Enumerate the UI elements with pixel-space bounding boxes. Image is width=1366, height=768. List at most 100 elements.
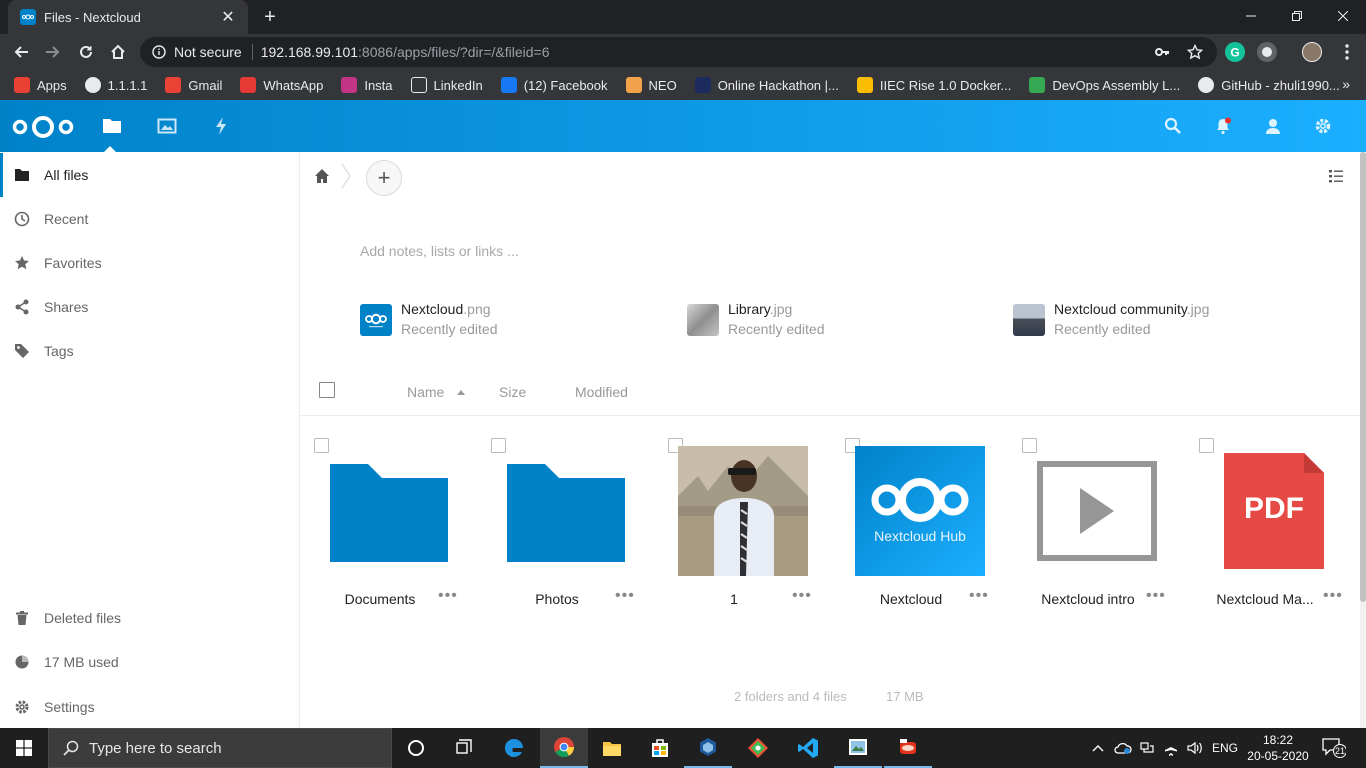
security-label[interactable]: Not secure bbox=[174, 44, 253, 60]
onedrive-icon[interactable] bbox=[1114, 728, 1132, 768]
file-grid-item[interactable]: 1 ••• bbox=[654, 438, 831, 610]
notifications-icon[interactable] bbox=[1214, 117, 1232, 135]
url-text[interactable]: 192.168.99.101:8086/apps/files/?dir=/&fi… bbox=[261, 44, 550, 60]
column-name[interactable]: Name bbox=[407, 384, 444, 400]
settings-gear-icon[interactable] bbox=[1314, 117, 1332, 135]
file-explorer-icon[interactable] bbox=[588, 728, 636, 768]
profile-avatar[interactable] bbox=[1302, 42, 1322, 62]
bookmarks-overflow-icon[interactable]: » bbox=[1342, 76, 1350, 92]
key-icon[interactable] bbox=[1154, 44, 1170, 60]
snip-tool-icon[interactable] bbox=[884, 728, 932, 768]
more-actions-icon[interactable]: ••• bbox=[615, 587, 635, 605]
file-grid-item[interactable]: Nextcloud Hub Nextcloud ••• bbox=[831, 438, 1008, 610]
task-view-icon[interactable] bbox=[440, 728, 488, 768]
bookmark-item[interactable]: GitHub - zhuli1990... bbox=[1198, 77, 1340, 93]
sidebar-item-favorites[interactable]: Favorites bbox=[0, 241, 299, 285]
more-actions-icon[interactable]: ••• bbox=[1323, 587, 1343, 605]
file-grid-item[interactable]: Documents ••• bbox=[300, 438, 477, 610]
file-grid-item[interactable]: PDF Nextcloud Ma... ••• bbox=[1185, 438, 1362, 610]
forward-icon[interactable] bbox=[40, 39, 66, 65]
bookmark-item[interactable]: Online Hackathon |... bbox=[694, 77, 839, 93]
back-icon[interactable] bbox=[8, 39, 34, 65]
bookmark-item[interactable]: Insta bbox=[341, 77, 393, 93]
recent-file-item[interactable]: Library.jpg Recently edited bbox=[687, 300, 825, 339]
sidebar-item-shares[interactable]: Shares bbox=[0, 285, 299, 329]
breadcrumb-home-icon[interactable] bbox=[314, 168, 330, 184]
bookmark-item[interactable]: LinkedIn bbox=[410, 77, 483, 93]
bookmark-item[interactable]: NEO bbox=[625, 77, 677, 93]
network-icon[interactable] bbox=[1140, 728, 1156, 768]
edge-icon[interactable] bbox=[490, 728, 538, 768]
sidebar-item-quota[interactable]: 17 MB used bbox=[0, 640, 299, 684]
info-icon[interactable] bbox=[152, 45, 166, 59]
bookmark-item[interactable]: Gmail bbox=[165, 77, 222, 93]
address-bar[interactable]: Not secure 192.168.99.101:8086/apps/file… bbox=[140, 37, 1217, 67]
bookmark-item[interactable]: DevOps Assembly L... bbox=[1029, 77, 1180, 93]
recent-file-status: Recently edited bbox=[1054, 321, 1151, 337]
action-center-icon[interactable]: 21 bbox=[1322, 737, 1346, 759]
virtualbox-icon[interactable] bbox=[684, 728, 732, 768]
extension-icon[interactable] bbox=[1257, 42, 1277, 62]
bookmark-item[interactable]: IIEC Rise 1.0 Docker... bbox=[856, 77, 1011, 93]
system-clock[interactable]: 18:22 20-05-2020 bbox=[1246, 732, 1310, 764]
vscode-icon[interactable] bbox=[784, 728, 832, 768]
more-actions-icon[interactable]: ••• bbox=[438, 587, 458, 605]
close-window-icon[interactable] bbox=[1320, 0, 1366, 32]
scrollbar[interactable] bbox=[1360, 152, 1366, 728]
bookmark-item[interactable]: WhatsApp bbox=[240, 77, 323, 93]
reload-icon[interactable] bbox=[73, 39, 99, 65]
list-view-toggle-icon[interactable] bbox=[1328, 168, 1344, 184]
gear-icon bbox=[14, 699, 30, 715]
library-thumbnail bbox=[687, 303, 719, 336]
more-actions-icon[interactable]: ••• bbox=[969, 587, 989, 605]
more-actions-icon[interactable]: ••• bbox=[1146, 587, 1166, 605]
scrollbar-thumb[interactable] bbox=[1360, 152, 1366, 602]
file-grid-item[interactable]: Nextcloud intro ••• bbox=[1008, 438, 1185, 610]
tab-close-icon[interactable]: ✕ bbox=[220, 7, 236, 27]
cortana-icon[interactable] bbox=[392, 728, 440, 768]
recent-file-item[interactable]: Nextcloud community.jpg Recently edited bbox=[1013, 300, 1209, 339]
new-tab-button[interactable]: + bbox=[258, 6, 282, 28]
rich-workspace-notes[interactable]: Add notes, lists or links ... bbox=[360, 243, 519, 259]
bookmark-star-icon[interactable] bbox=[1187, 44, 1203, 60]
git-icon[interactable] bbox=[734, 728, 782, 768]
sidebar-item-recent[interactable]: Recent bbox=[0, 197, 299, 241]
bookmark-item[interactable]: 1.1.1.1 bbox=[84, 77, 147, 93]
activity-app-icon[interactable] bbox=[211, 116, 231, 136]
nextcloud-logo-icon[interactable] bbox=[12, 114, 74, 140]
photos-app-icon[interactable] bbox=[157, 116, 177, 136]
sidebar-item-all-files[interactable]: All files bbox=[0, 153, 299, 197]
home-icon[interactable] bbox=[105, 39, 131, 65]
select-all-checkbox[interactable] bbox=[319, 382, 335, 398]
column-modified[interactable]: Modified bbox=[575, 384, 628, 400]
more-actions-icon[interactable]: ••• bbox=[792, 587, 812, 605]
bookmark-label: Apps bbox=[37, 77, 67, 93]
sidebar-item-tags[interactable]: Tags bbox=[0, 329, 299, 373]
recent-file-item[interactable]: Nextcloud.png Recently edited bbox=[360, 300, 498, 339]
browser-tab[interactable]: Files - Nextcloud ✕ bbox=[8, 0, 248, 34]
sidebar-item-settings[interactable]: Settings bbox=[0, 685, 299, 729]
store-icon[interactable] bbox=[636, 728, 684, 768]
files-app-icon[interactable] bbox=[102, 116, 122, 136]
volume-icon[interactable] bbox=[1186, 728, 1204, 768]
chrome-icon[interactable] bbox=[540, 728, 588, 768]
show-hidden-icons-chevron-up-icon[interactable] bbox=[1092, 728, 1104, 768]
taskbar-search-input[interactable]: Type here to search bbox=[48, 728, 392, 768]
windows-start-icon[interactable] bbox=[0, 728, 48, 768]
contacts-icon[interactable] bbox=[1264, 117, 1282, 135]
restore-icon[interactable] bbox=[1274, 0, 1320, 32]
paint-icon[interactable] bbox=[834, 728, 882, 768]
search-icon[interactable] bbox=[1164, 117, 1182, 135]
airplane-mode-icon[interactable] bbox=[1163, 728, 1179, 768]
language-indicator[interactable]: ENG bbox=[1212, 728, 1238, 768]
browser-menu-icon[interactable] bbox=[1334, 39, 1360, 65]
new-file-button[interactable]: + bbox=[366, 160, 402, 196]
bookmark-item[interactable]: (12) Facebook bbox=[500, 77, 608, 93]
file-grid-item[interactable]: Photos ••• bbox=[477, 438, 654, 610]
sidebar-item-deleted-files[interactable]: Deleted files bbox=[0, 596, 299, 640]
grammarly-extension-icon[interactable]: G bbox=[1225, 42, 1245, 62]
bookmark-item[interactable]: Apps bbox=[14, 77, 67, 93]
minimize-icon[interactable] bbox=[1228, 0, 1274, 32]
folder-icon bbox=[501, 446, 631, 576]
column-size[interactable]: Size bbox=[499, 384, 526, 400]
